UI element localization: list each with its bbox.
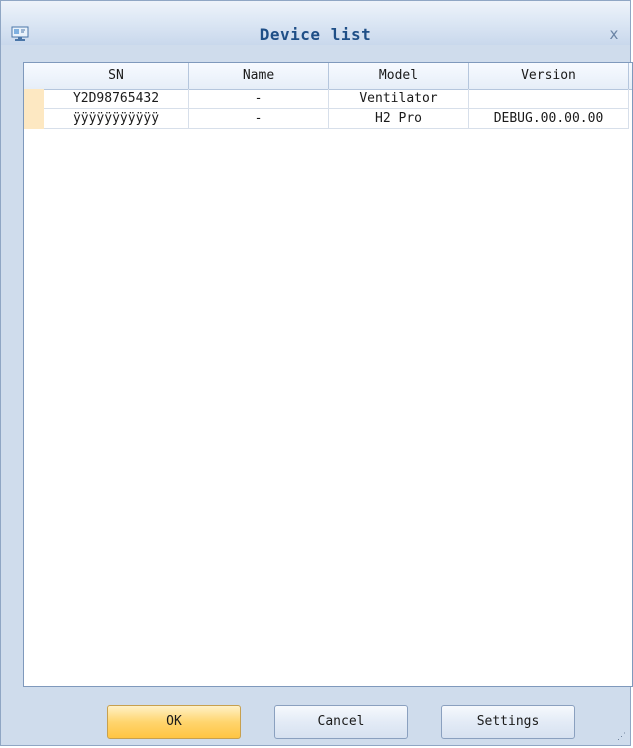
cell-name: -: [189, 109, 329, 129]
button-bar: OK Cancel Settings ⋰: [1, 687, 630, 745]
cell-name: -: [189, 89, 329, 109]
cell-sn: ÿÿÿÿÿÿÿÿÿÿÿ: [44, 109, 189, 129]
cancel-button[interactable]: Cancel: [274, 705, 408, 739]
cell-version: DEBUG.00.00.00: [469, 109, 629, 129]
window-title: Device list: [259, 25, 372, 44]
cell-model: Ventilator: [329, 89, 469, 109]
column-header-sn[interactable]: SN: [44, 63, 189, 89]
row-selector[interactable]: [24, 89, 44, 109]
cell-sn: Y2D98765432: [44, 89, 189, 109]
cell-model: H2 Pro: [329, 109, 469, 129]
column-header-name[interactable]: Name: [189, 63, 329, 89]
cell-version: [469, 89, 629, 109]
column-header-version[interactable]: Version: [469, 63, 629, 89]
settings-button[interactable]: Settings: [441, 705, 575, 739]
device-list-dialog: Device list x SN Name Model Version Y2D9…: [0, 0, 633, 746]
table-header: SN Name Model Version: [24, 63, 632, 90]
title-bar: Device list x: [1, 1, 630, 45]
table-row[interactable]: ÿÿÿÿÿÿÿÿÿÿÿ - H2 Pro DEBUG.00.00.00: [24, 109, 632, 129]
ok-button[interactable]: OK: [107, 705, 241, 739]
device-table[interactable]: SN Name Model Version Y2D98765432 - Vent…: [23, 62, 633, 687]
resize-grip-icon[interactable]: ⋰: [617, 732, 627, 742]
row-selector[interactable]: [24, 109, 44, 129]
table-row[interactable]: Y2D98765432 - Ventilator: [24, 89, 632, 109]
column-header-model[interactable]: Model: [329, 63, 469, 89]
close-icon[interactable]: x: [604, 24, 624, 44]
